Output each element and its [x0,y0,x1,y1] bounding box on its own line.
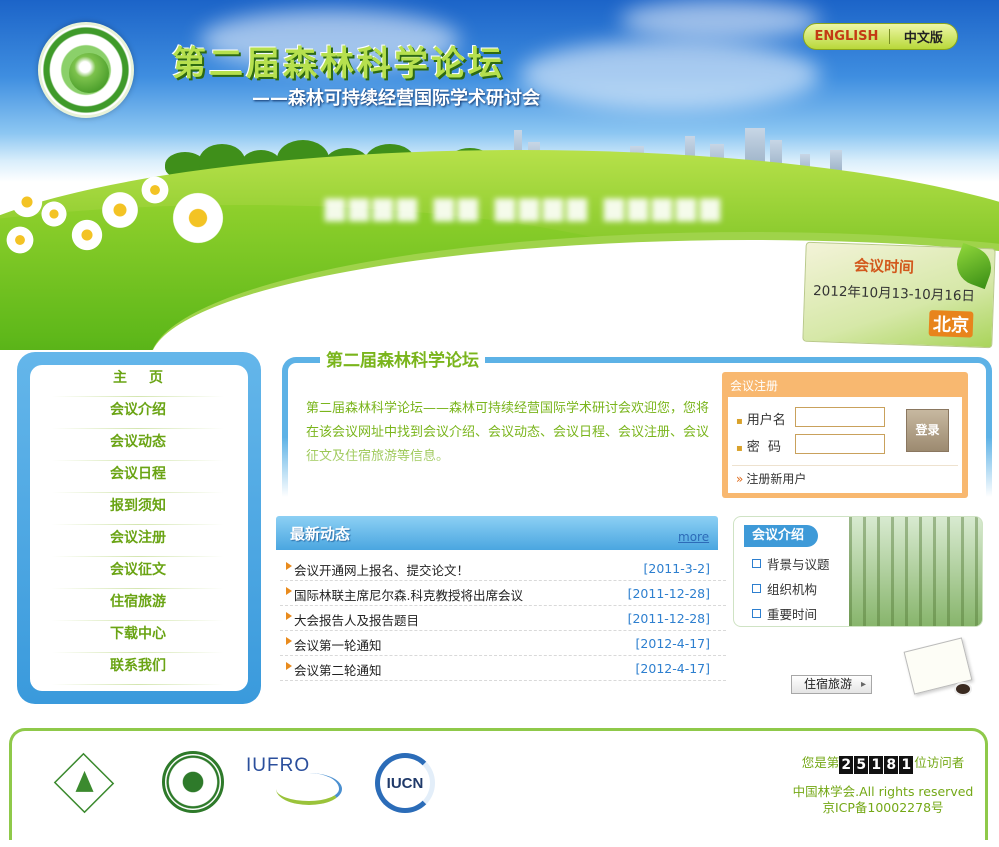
news-item-title[interactable]: 大会报告人及报告题目 [294,610,419,629]
news-item-date: [2012-4-17] [635,636,710,651]
arrow-icon [286,637,292,645]
iucn-logo-text: IUCN [386,774,424,792]
news-header: 最新动态 more [276,516,718,550]
nav-item-accommodation[interactable]: 住宿旅游 [52,589,224,621]
daisy-flower [40,200,68,228]
nav-item-call-for-papers[interactable]: 会议征文 [52,557,224,589]
username-input[interactable] [795,407,885,427]
page: ▆▆▆▆ ▆▆ ▆▆▆▆ ▆▆▆▆▆ 第二届森林科学论坛 ——森林可持续经营国际… [0,0,999,847]
news-item-title[interactable]: 会议第一轮通知 [294,635,382,654]
forest-image [849,517,982,626]
coffee-cup-icon [954,682,972,696]
news-item[interactable]: 会议第二轮通知 [2012-4-17] [280,657,726,681]
cloud [620,0,820,40]
nav-item-schedule[interactable]: 会议日程 [52,461,224,493]
about-item-key-dates[interactable]: 重要时间 [752,604,817,623]
lang-english-link[interactable]: ENGLISH [804,29,889,44]
accommodation-button[interactable]: 住宿旅游 [791,675,872,694]
nav-item-registration[interactable]: 会议注册 [52,525,224,557]
daisy-flower [70,218,104,252]
daisy-flower [140,175,170,205]
arrow-icon [286,612,292,620]
about-item-organization[interactable]: 组织机构 [752,579,817,598]
news-item[interactable]: 大会报告人及报告题目 [2011-12-28] [280,607,726,631]
footer: IUFRO IUCN 您是第 2 5 1 8 1 位访问者 中国林学会.All rights… [9,728,988,840]
login-form: 用户名 密 码 登录 注册新用户 [728,397,962,493]
nav-item-introduction[interactable]: 会议介绍 [52,397,224,429]
tree-icon [75,770,94,792]
lang-chinese-link[interactable]: 中文版 [890,27,957,46]
login-button[interactable]: 登录 [906,409,949,452]
divider [732,465,958,466]
iucn-logo[interactable]: IUCN [375,753,435,813]
news-title: 最新动态 [290,525,351,543]
password-input[interactable] [795,434,885,454]
arrow-icon [286,662,292,670]
forum-logo [38,22,134,118]
login-title: 会议注册 [730,379,779,393]
password-label: 密 码 [736,436,781,455]
visitor-suffix: 位访问者 [914,755,965,770]
nav-item-home[interactable]: 主页 [52,365,224,397]
language-switch: ENGLISH 中文版 [803,23,958,50]
daisy-flower [170,190,226,246]
blurred-slogan: ▆▆▆▆ ▆▆ ▆▆▆▆ ▆▆▆▆▆ [325,192,725,222]
daisy-flower [100,190,140,230]
news-item-title[interactable]: 会议第二轮通知 [294,660,382,679]
about-box: 会议介绍 背景与议题 组织机构 重要时间 [733,516,983,627]
news-item-title[interactable]: 国际林联主席尼尔森.科克教授将出席会议 [294,585,523,604]
intro-title: 第二届森林科学论坛 [320,346,485,371]
nav-item-downloads[interactable]: 下载中心 [52,621,224,653]
nav-item-checkin-notice[interactable]: 报到须知 [52,493,224,525]
icp-license[interactable]: 京ICP备10002278号 [772,797,994,816]
csf-logo[interactable] [53,752,115,814]
daisy-flower [5,225,35,255]
news-item[interactable]: 国际林联主席尼尔森.科克教授将出席会议 [2011-12-28] [280,582,726,606]
site-subtitle: ——森林可持续经营国际学术研讨会 [252,88,540,109]
site-title: 第二届森林科学论坛 [172,44,505,84]
date-range: 2012年10月13-10月16日 [812,283,976,305]
sidebar-nav: 主页 会议介绍 会议动态 会议日程 报到须知 会议注册 会议征文 住宿旅游 下载… [17,352,261,704]
news-item-date: [2011-3-2] [643,561,711,576]
news-item-date: [2011-12-28] [627,586,710,601]
date-label: 会议时间 [853,256,915,277]
nav-item-news[interactable]: 会议动态 [52,429,224,461]
nav-item-contact[interactable]: 联系我们 [52,653,224,685]
travel-illustration [888,636,978,704]
globe-icon [69,53,109,93]
header-banner: ▆▆▆▆ ▆▆ ▆▆▆▆ ▆▆▆▆▆ 第二届森林科学论坛 ——森林可持续经营国际… [0,0,999,350]
login-box: 会议注册 用户名 密 码 登录 注册新用户 [722,372,968,498]
arrow-icon [286,587,292,595]
counter-digit: 5 [854,756,869,774]
news-item[interactable]: 会议第一轮通知 [2012-4-17] [280,632,726,656]
iufro-logo[interactable]: IUFRO [246,753,346,809]
counter-digit: 1 [899,756,914,774]
swoosh-icon [276,773,342,805]
username-label: 用户名 [736,409,786,428]
intro-text: 第二届森林科学论坛——森林可持续经营国际学术研讨会欢迎您，您将在该会议网址中找到… [306,401,710,464]
register-link[interactable]: 注册新用户 [736,470,806,487]
about-title[interactable]: 会议介绍 [744,525,819,547]
counter-digit: 2 [839,756,854,774]
news-item-date: [2011-12-28] [627,611,710,626]
visitor-prefix: 您是第 [801,755,840,770]
arrow-icon [286,562,292,570]
bjfu-logo[interactable] [162,751,224,813]
counter-digit: 8 [884,756,899,774]
daisy-flower [10,185,44,219]
about-item-background[interactable]: 背景与议题 [752,554,830,573]
news-item-date: [2012-4-17] [635,661,710,676]
news-item[interactable]: 会议开通网上报名、提交论文！ [2011-3-2] [280,557,726,581]
date-city: 北京 [928,310,974,338]
news-item-title[interactable]: 会议开通网上报名、提交论文！ [294,560,469,579]
cloud [520,40,820,110]
visitor-counter: 您是第 2 5 1 8 1 位访问者 [788,755,978,774]
sidebar-nav-inner: 主页 会议介绍 会议动态 会议日程 报到须知 会议注册 会议征文 住宿旅游 下载… [30,365,248,691]
counter-digit: 1 [869,756,884,774]
news-more-link[interactable]: more [678,530,709,544]
